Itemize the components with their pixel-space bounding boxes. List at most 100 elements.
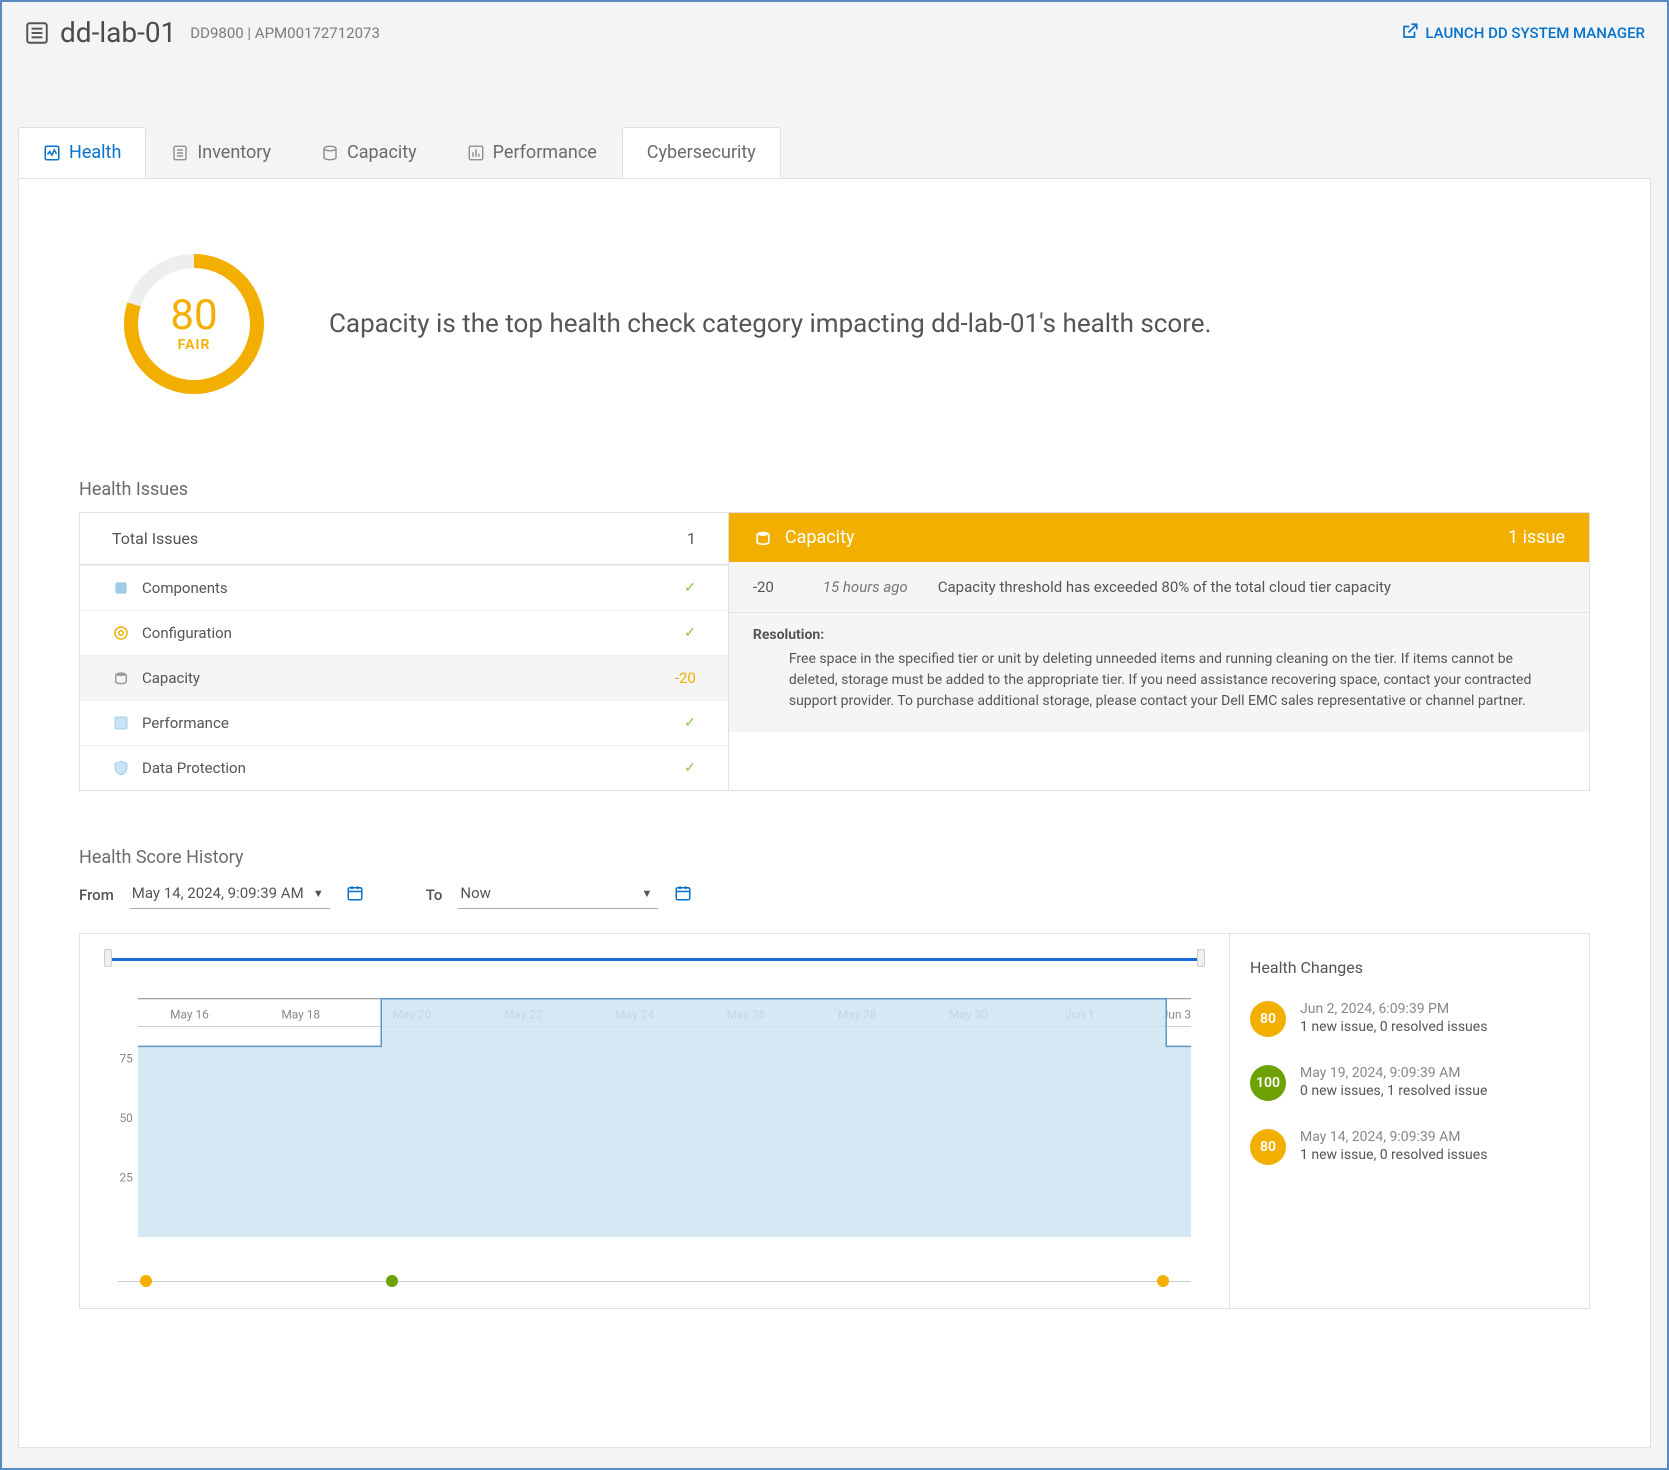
performance-icon bbox=[467, 144, 485, 162]
change-desc: 1 new issue, 0 resolved issues bbox=[1300, 1019, 1487, 1035]
xtick: May 18 bbox=[281, 1008, 320, 1022]
to-date-picker[interactable]: Now ▼ bbox=[458, 880, 658, 909]
category-label: Performance bbox=[142, 714, 229, 732]
tab-health-label: Health bbox=[69, 142, 121, 163]
xtick: May 16 bbox=[170, 1008, 209, 1022]
chart-brush-overview[interactable] bbox=[108, 952, 1201, 964]
total-issues-row: Total Issues 1 bbox=[80, 513, 728, 565]
change-timestamp: May 19, 2024, 9:09:39 AM bbox=[1300, 1065, 1487, 1081]
calendar-icon[interactable] bbox=[674, 884, 692, 906]
performance-icon bbox=[112, 714, 130, 732]
issue-detail-header: Capacity 1 issue bbox=[729, 513, 1589, 562]
inventory-icon bbox=[171, 144, 189, 162]
ytick: 75 bbox=[119, 1051, 133, 1065]
issue-header-category: Capacity bbox=[785, 527, 855, 548]
history-panel: 25 50 75 May 16 May 18 May 20 May 22 May… bbox=[79, 933, 1590, 1309]
issue-row[interactable]: -20 15 hours ago Capacity threshold has … bbox=[729, 562, 1589, 613]
capacity-icon bbox=[112, 669, 130, 687]
category-value: -20 bbox=[675, 669, 696, 687]
history-date-controls: From May 14, 2024, 9:09:39 AM ▼ To Now ▼ bbox=[79, 880, 1590, 909]
timeline-events bbox=[108, 1266, 1201, 1296]
chevron-down-icon: ▼ bbox=[642, 887, 653, 900]
change-timestamp: Jun 2, 2024, 6:09:39 PM bbox=[1300, 1001, 1487, 1017]
health-change-item[interactable]: 80 May 14, 2024, 9:09:39 AM 1 new issue,… bbox=[1250, 1129, 1569, 1165]
health-change-item[interactable]: 80 Jun 2, 2024, 6:09:39 PM 1 new issue, … bbox=[1250, 1001, 1569, 1037]
category-capacity[interactable]: Capacity -20 bbox=[80, 655, 728, 700]
resolution-text: Free space in the specified tier or unit… bbox=[753, 649, 1565, 712]
event-dot[interactable] bbox=[386, 1275, 398, 1287]
ytick: 50 bbox=[119, 1111, 133, 1125]
health-history-title: Health Score History bbox=[79, 847, 1590, 868]
change-timestamp: May 14, 2024, 9:09:39 AM bbox=[1300, 1129, 1487, 1145]
check-icon: ✓ bbox=[684, 715, 696, 731]
brush-handle-left[interactable] bbox=[104, 949, 112, 967]
total-issues-label: Total Issues bbox=[112, 529, 198, 548]
health-icon bbox=[43, 144, 61, 162]
resolution-title: Resolution: bbox=[753, 627, 1565, 643]
page-header: dd-lab-01 DD9800 | APM00172712073 LAUNCH… bbox=[2, 2, 1667, 71]
score-badge: 100 bbox=[1250, 1065, 1286, 1101]
category-data-protection[interactable]: Data Protection ✓ bbox=[80, 745, 728, 790]
issue-delta: -20 bbox=[753, 578, 793, 596]
configuration-icon bbox=[112, 624, 130, 642]
score-badge: 80 bbox=[1250, 1001, 1286, 1037]
ytick: 25 bbox=[119, 1171, 133, 1185]
brush-handle-right[interactable] bbox=[1197, 949, 1205, 967]
health-changes-pane: Health Changes 80 Jun 2, 2024, 6:09:39 P… bbox=[1229, 934, 1589, 1308]
capacity-icon bbox=[321, 144, 339, 162]
chevron-down-icon: ▼ bbox=[313, 887, 324, 900]
chart-pane: 25 50 75 May 16 May 18 May 20 May 22 May… bbox=[80, 934, 1229, 1308]
health-issues-title: Health Issues bbox=[79, 479, 1590, 500]
category-performance[interactable]: Performance ✓ bbox=[80, 700, 728, 745]
score-badge: 80 bbox=[1250, 1129, 1286, 1165]
tab-cybersecurity-label: Cybersecurity bbox=[647, 142, 756, 163]
page-title: dd-lab-01 bbox=[60, 16, 176, 49]
launch-system-manager-link[interactable]: LAUNCH DD SYSTEM MANAGER bbox=[1401, 22, 1645, 44]
tab-cybersecurity[interactable]: Cybersecurity bbox=[622, 127, 781, 178]
change-desc: 0 new issues, 1 resolved issue bbox=[1300, 1083, 1487, 1099]
change-desc: 1 new issue, 0 resolved issues bbox=[1300, 1147, 1487, 1163]
check-icon: ✓ bbox=[684, 580, 696, 596]
main-panel: 80 FAIR Capacity is the top health check… bbox=[18, 178, 1651, 1448]
tabs: Health Inventory Capacity Performance Cy… bbox=[2, 127, 1667, 178]
health-changes-title: Health Changes bbox=[1250, 958, 1569, 977]
to-date-value: Now bbox=[460, 884, 491, 902]
issue-header-count: 1 issue bbox=[1508, 527, 1565, 548]
tab-performance-label: Performance bbox=[493, 142, 597, 163]
page-subtitle: DD9800 | APM00172712073 bbox=[190, 24, 380, 42]
tab-capacity-label: Capacity bbox=[347, 142, 417, 163]
total-issues-count: 1 bbox=[687, 529, 696, 548]
tab-capacity[interactable]: Capacity bbox=[296, 127, 442, 178]
issues-categories: Total Issues 1 Components ✓ Configuratio… bbox=[80, 513, 729, 790]
shield-icon bbox=[112, 759, 130, 777]
health-score-chart[interactable]: 25 50 75 May 16 May 18 May 20 May 22 May… bbox=[108, 958, 1201, 1258]
check-icon: ✓ bbox=[684, 625, 696, 641]
health-issues-panel: Total Issues 1 Components ✓ Configuratio… bbox=[79, 512, 1590, 791]
event-dot[interactable] bbox=[140, 1275, 152, 1287]
category-label: Configuration bbox=[142, 624, 232, 642]
components-icon bbox=[112, 579, 130, 597]
category-label: Components bbox=[142, 579, 228, 597]
from-date-value: May 14, 2024, 9:09:39 AM bbox=[132, 884, 304, 902]
external-link-icon bbox=[1401, 22, 1419, 44]
issue-message: Capacity threshold has exceeded 80% of t… bbox=[938, 578, 1391, 596]
issue-resolution: Resolution: Free space in the specified … bbox=[729, 613, 1589, 732]
category-label: Data Protection bbox=[142, 759, 246, 777]
check-icon: ✓ bbox=[684, 760, 696, 776]
category-configuration[interactable]: Configuration ✓ bbox=[80, 610, 728, 655]
from-date-picker[interactable]: May 14, 2024, 9:09:39 AM ▼ bbox=[130, 880, 330, 909]
category-label: Capacity bbox=[142, 669, 200, 687]
category-components[interactable]: Components ✓ bbox=[80, 565, 728, 610]
event-dot[interactable] bbox=[1157, 1275, 1169, 1287]
issue-detail: Capacity 1 issue -20 15 hours ago Capaci… bbox=[729, 513, 1589, 790]
score-message: Capacity is the top health check categor… bbox=[329, 309, 1211, 339]
tab-performance[interactable]: Performance bbox=[442, 127, 622, 178]
from-label: From bbox=[79, 886, 114, 904]
to-label: To bbox=[426, 886, 443, 904]
calendar-icon[interactable] bbox=[346, 884, 364, 906]
health-change-item[interactable]: 100 May 19, 2024, 9:09:39 AM 0 new issue… bbox=[1250, 1065, 1569, 1101]
health-score-row: 80 FAIR Capacity is the top health check… bbox=[119, 249, 1590, 399]
tab-inventory[interactable]: Inventory bbox=[146, 127, 296, 178]
capacity-icon bbox=[753, 528, 773, 548]
tab-health[interactable]: Health bbox=[18, 127, 146, 178]
